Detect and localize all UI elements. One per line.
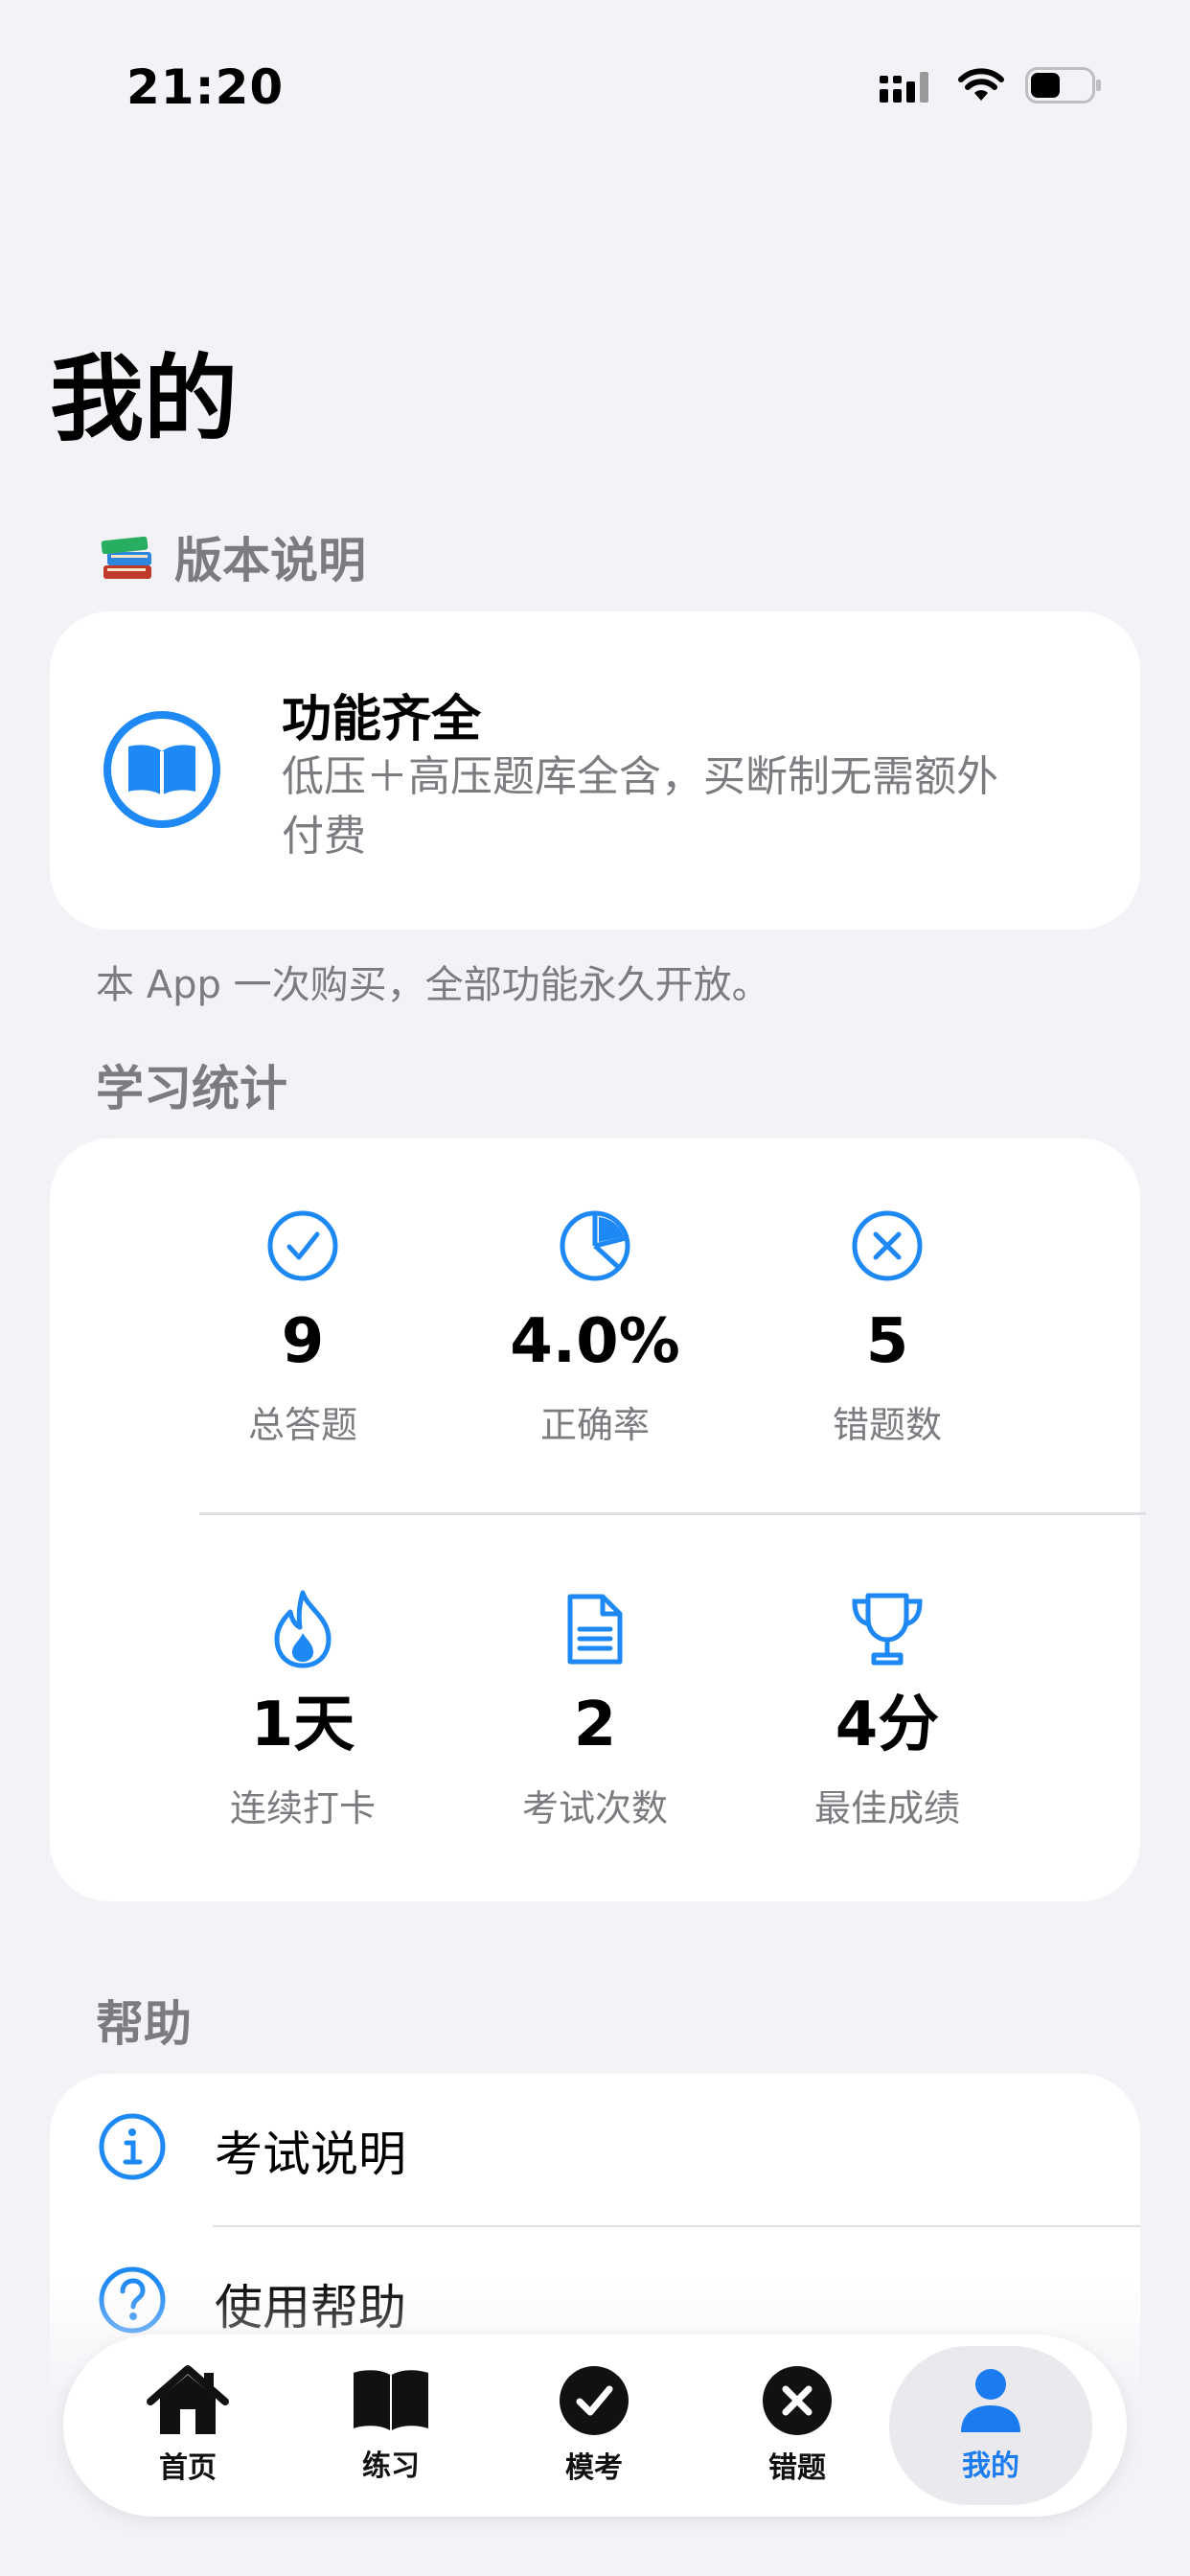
document-icon bbox=[567, 1594, 623, 1665]
tab-bar: 首页 练习 模考 错题 我的 bbox=[63, 2334, 1127, 2517]
stat-value: 2 bbox=[573, 1690, 617, 1760]
tab-profile[interactable]: 我的 bbox=[889, 2346, 1092, 2505]
tab-practice[interactable]: 练习 bbox=[289, 2334, 492, 2517]
tab-label: 模考 bbox=[565, 2451, 623, 2485]
tab-label: 错题 bbox=[768, 2451, 826, 2485]
version-card-title: 功能齐全 bbox=[282, 691, 482, 748]
cellular-signal-icon bbox=[880, 72, 928, 103]
checkmark-circle-icon bbox=[267, 1210, 338, 1281]
stat-exam-count: 2 考试次数 bbox=[424, 1589, 766, 1831]
stats-card: 9 总答题 4.0% 正确率 5 错题数 1天 连续打卡 2 考试次数 4分 最… bbox=[50, 1138, 1146, 1901]
stat-label: 连续打卡 bbox=[229, 1787, 376, 1829]
tab-label: 首页 bbox=[159, 2451, 217, 2485]
stats-divider bbox=[199, 1512, 1146, 1515]
stat-value: 4.0% bbox=[510, 1306, 680, 1377]
x-filled-icon bbox=[763, 2366, 832, 2435]
stat-label: 正确率 bbox=[539, 1404, 650, 1446]
stat-label: 考试次数 bbox=[521, 1787, 668, 1829]
version-card: 功能齐全 低压＋高压题库全含，买断制无需额外付费 bbox=[50, 611, 1140, 930]
stat-label: 最佳成绩 bbox=[813, 1787, 960, 1829]
version-card-description: 低压＋高压题库全含，买断制无需额外付费 bbox=[282, 752, 998, 861]
stats-section-title: 学习统计 bbox=[96, 1061, 287, 1116]
stat-label: 错题数 bbox=[832, 1404, 942, 1446]
help-item-label: 考试说明 bbox=[215, 2127, 406, 2182]
stat-wrong-count: 5 错题数 bbox=[717, 1206, 1058, 1448]
status-icons bbox=[880, 67, 1102, 104]
help-item-exam-info[interactable]: 考试说明 bbox=[50, 2074, 1140, 2227]
stat-value: 4分 bbox=[835, 1690, 940, 1760]
stat-value: 1天 bbox=[250, 1690, 355, 1760]
book-icon bbox=[354, 2370, 428, 2430]
books-icon bbox=[101, 536, 151, 579]
stat-value: 9 bbox=[281, 1306, 325, 1377]
status-bar: 21:20 bbox=[0, 0, 1190, 153]
stat-value: 5 bbox=[865, 1306, 909, 1377]
stat-best-score: 4分 最佳成绩 bbox=[717, 1589, 1058, 1831]
tab-home[interactable]: 首页 bbox=[86, 2334, 289, 2517]
tab-label: 我的 bbox=[962, 2450, 1019, 2483]
version-footnote: 本 App 一次购买，全部功能永久开放。 bbox=[96, 963, 770, 1007]
version-section-title: 版本说明 bbox=[174, 533, 366, 588]
pie-chart-icon bbox=[560, 1210, 630, 1281]
tab-label: 练习 bbox=[362, 2450, 420, 2483]
status-time: 21:20 bbox=[126, 59, 285, 115]
checkmark-filled-icon bbox=[560, 2366, 629, 2435]
stat-accuracy: 4.0% 正确率 bbox=[424, 1206, 766, 1448]
stat-streak: 1天 连续打卡 bbox=[132, 1589, 473, 1831]
open-book-icon bbox=[103, 711, 220, 828]
info-icon bbox=[99, 2113, 166, 2180]
tab-wrong-questions[interactable]: 错题 bbox=[696, 2334, 899, 2517]
person-icon bbox=[961, 2369, 1020, 2432]
trophy-icon bbox=[852, 1593, 923, 1666]
page-title: 我的 bbox=[50, 345, 239, 454]
help-section-title: 帮助 bbox=[96, 1996, 192, 2052]
wifi-icon bbox=[958, 68, 1004, 101]
tab-mock-exam[interactable]: 模考 bbox=[492, 2334, 696, 2517]
house-icon bbox=[147, 2365, 229, 2434]
battery-icon bbox=[1025, 67, 1101, 104]
stat-total-answered: 9 总答题 bbox=[132, 1206, 473, 1448]
version-section-header: 版本说明 bbox=[100, 522, 366, 591]
stat-label: 总答题 bbox=[247, 1404, 357, 1446]
x-circle-icon bbox=[852, 1210, 923, 1281]
flame-icon bbox=[274, 1590, 332, 1668]
